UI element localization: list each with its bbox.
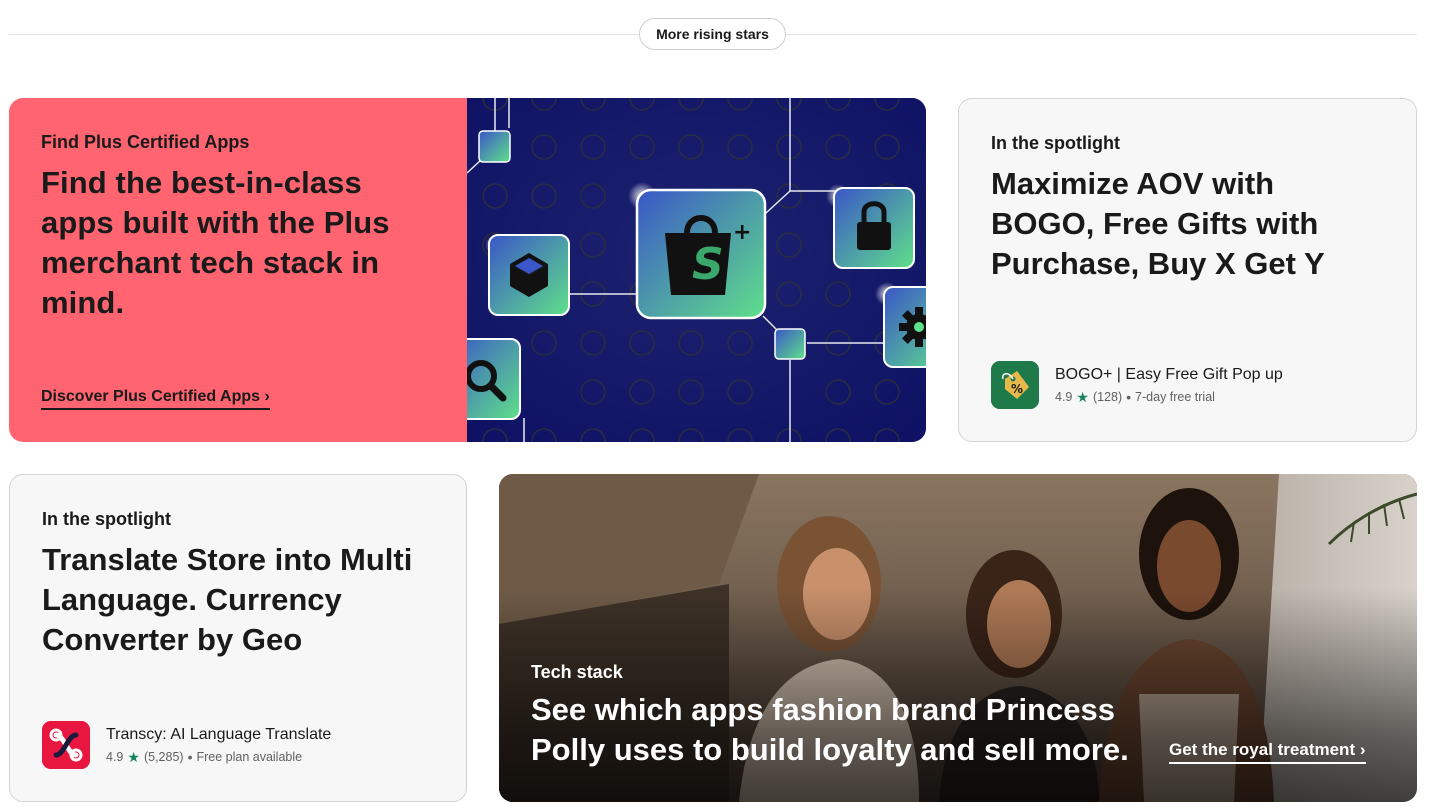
spotlight-card-bogo[interactable]: In the spotlight Maximize AOV with BOGO,… bbox=[958, 98, 1417, 442]
spotlight-heading: Maximize AOV with BOGO, Free Gifts with … bbox=[991, 166, 1325, 281]
svg-text:%: % bbox=[1011, 382, 1023, 396]
app-rating-row: 4.9 ★ (128) • 7-day free trial bbox=[1055, 389, 1283, 405]
star-icon: ★ bbox=[127, 749, 140, 765]
app-name: Transcy: AI Language Translate bbox=[106, 726, 332, 743]
plus-card-eyebrow: Find Plus Certified Apps bbox=[41, 132, 250, 152]
separator-dot: • bbox=[1126, 389, 1132, 405]
app-listing-bogo[interactable]: % BOGO+ | Easy Free Gift Pop up 4.9 ★ (1… bbox=[991, 361, 1283, 409]
spotlight-eyebrow: In the spotlight bbox=[42, 509, 171, 529]
app-name: BOGO+ | Easy Free Gift Pop up bbox=[1055, 366, 1283, 383]
app-rating: 4.9 bbox=[106, 750, 124, 764]
discover-plus-apps-link[interactable]: Discover Plus Certified Apps › bbox=[41, 388, 270, 410]
separator-dot: • bbox=[187, 749, 193, 765]
plus-card-text-panel: Find Plus Certified Apps Find the best-i… bbox=[9, 98, 467, 442]
tech-network-illustration: S + bbox=[467, 98, 926, 442]
app-review-count: (5,285) bbox=[143, 750, 184, 764]
tech-stack-card[interactable]: Tech stack See which apps fashion brand … bbox=[499, 474, 1417, 802]
app-review-count: (128) bbox=[1092, 390, 1123, 404]
app-rating-row: 4.9 ★ (5,285) • Free plan available bbox=[106, 749, 331, 765]
more-rising-stars-button[interactable]: More rising stars bbox=[639, 18, 786, 50]
spotlight-eyebrow: In the spotlight bbox=[991, 133, 1120, 153]
royal-treatment-link[interactable]: Get the royal treatment › bbox=[1169, 740, 1366, 764]
app-pricing: 7-day free trial bbox=[1135, 390, 1215, 404]
app-pricing: Free plan available bbox=[196, 750, 303, 764]
star-icon: ★ bbox=[1076, 389, 1089, 405]
svg-text:S: S bbox=[692, 239, 724, 290]
svg-text:+: + bbox=[733, 220, 751, 245]
app-rating: 4.9 bbox=[1055, 390, 1073, 404]
plus-illustration: S + bbox=[467, 98, 926, 442]
tech-stack-heading: See which apps fashion brand Princess Po… bbox=[531, 692, 1129, 767]
plus-card-heading: Find the best-in-class apps built with t… bbox=[41, 165, 390, 320]
gift-tag-percent-icon: % bbox=[991, 361, 1039, 409]
spotlight-card-transcy[interactable]: In the spotlight Translate Store into Mu… bbox=[9, 474, 467, 802]
app-listing-transcy[interactable]: Transcy: AI Language Translate 4.9 ★ (5,… bbox=[42, 721, 331, 769]
transcy-logo-icon bbox=[42, 721, 90, 769]
plus-certified-card[interactable]: Find Plus Certified Apps Find the best-i… bbox=[9, 98, 926, 442]
spotlight-heading: Translate Store into Multi Language. Cur… bbox=[42, 542, 413, 657]
tech-stack-eyebrow: Tech stack bbox=[531, 662, 623, 682]
